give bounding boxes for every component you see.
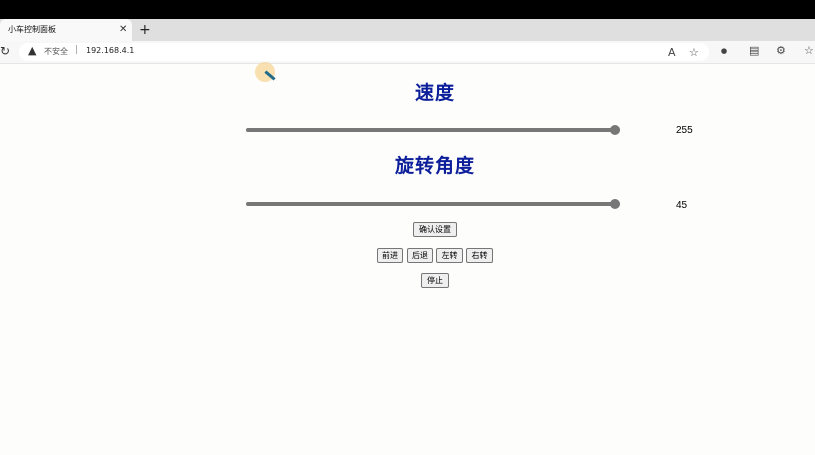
address-bar: ↻ ▲ 不安全 | 192.168.4.1 A ☆ ⏺ ▤ ⚙ ☆ [0, 41, 815, 64]
speed-slider-thumb[interactable] [610, 125, 620, 135]
favorite-icon[interactable]: ☆ [689, 46, 699, 59]
tab-close-icon[interactable]: ✕ [119, 19, 127, 41]
angle-slider[interactable] [246, 199, 620, 209]
tab-title: 小车控制面板 [8, 25, 56, 34]
right-turn-button[interactable]: 右转 [466, 248, 493, 263]
favorites-bar-icon[interactable]: ☆ [804, 44, 814, 57]
angle-slider-thumb[interactable] [610, 199, 620, 209]
angle-heading: 旋转角度 [394, 155, 475, 177]
left-turn-button[interactable]: 左转 [436, 248, 463, 263]
forward-button[interactable]: 前进 [377, 248, 403, 263]
speed-heading: 速度 [414, 82, 455, 104]
reload-icon[interactable]: ↻ [0, 44, 10, 58]
new-tab-button[interactable]: + [139, 19, 151, 41]
tab-strip: 小车控制面板 ✕ + [0, 19, 815, 41]
url-box[interactable]: ▲ 不安全 | 192.168.4.1 A ☆ [19, 43, 709, 61]
confirm-settings-button[interactable]: 确认设置 [413, 222, 457, 237]
tab-car-control-panel[interactable]: 小车控制面板 ✕ [0, 19, 132, 41]
stop-button[interactable]: 停止 [421, 273, 449, 288]
angle-value: 45 [676, 200, 688, 211]
url-separator: | [75, 45, 79, 55]
security-label[interactable]: 不安全 [44, 46, 68, 57]
speed-slider[interactable] [246, 125, 620, 135]
speed-value: 255 [676, 125, 693, 136]
warning-icon[interactable]: ▲ [28, 44, 36, 57]
back-button[interactable]: 后退 [407, 248, 433, 263]
read-aloud-icon[interactable]: A [668, 46, 676, 59]
window-top-bar [0, 0, 815, 19]
url-text[interactable]: 192.168.4.1 [86, 46, 134, 55]
profile-icon[interactable]: ⏺ [721, 44, 727, 59]
collections-icon[interactable]: ▤ [749, 44, 759, 57]
extension-icon[interactable]: ⚙ [776, 44, 786, 57]
